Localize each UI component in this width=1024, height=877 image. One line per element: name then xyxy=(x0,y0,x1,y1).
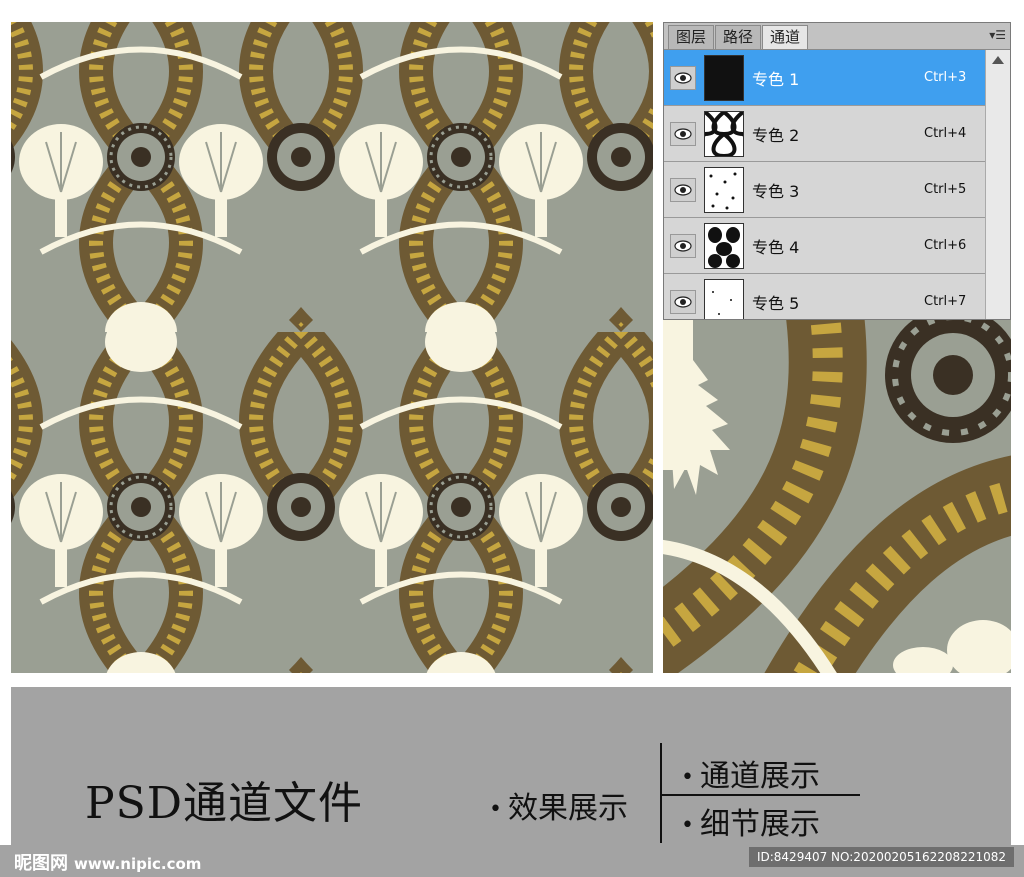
channel-thumbnail xyxy=(704,166,744,213)
watermark-site: www.nipic.com xyxy=(74,855,202,873)
channel-caption-text: 通道展示 xyxy=(699,759,820,794)
detail-zoom-image xyxy=(663,320,1011,673)
channel-name: 专色 3 xyxy=(752,181,800,201)
channel-row[interactable]: 专色 2 Ctrl+4 xyxy=(664,106,1010,162)
effect-caption: • 效果展示 xyxy=(489,783,628,827)
channel-name: 专色 1 xyxy=(752,69,800,89)
bullet-icon: • xyxy=(681,765,694,790)
channels-palette: 图层 路径 通道 ▾☰ 专色 1 Ctrl+3 专色 2 Ctrl+4 专色 3… xyxy=(663,22,1011,320)
channel-row[interactable]: 专色 3 Ctrl+5 xyxy=(664,162,1010,218)
detail-caption: • 细节展示 xyxy=(681,799,820,843)
palette-scrollbar[interactable] xyxy=(985,50,1010,319)
channel-thumbnail xyxy=(704,54,744,101)
eye-icon[interactable] xyxy=(670,289,696,314)
channel-row[interactable]: 专色 1 Ctrl+3 xyxy=(664,50,1010,106)
eye-icon[interactable] xyxy=(670,233,696,258)
watermark-name: 昵图网 xyxy=(14,853,68,874)
caption-banner: PSD通道文件 • 效果展示 • 通道展示 • 细节展示 xyxy=(11,687,1011,845)
tab-paths[interactable]: 路径 xyxy=(715,25,762,49)
tab-layers[interactable]: 图层 xyxy=(668,25,715,49)
channel-caption: • 通道展示 xyxy=(681,751,820,795)
channel-row[interactable]: 专色 4 Ctrl+6 xyxy=(664,218,1010,274)
damask-pattern-image xyxy=(11,22,653,673)
channel-shortcut: Ctrl+6 xyxy=(924,238,967,253)
channel-thumbnail xyxy=(704,222,744,269)
footer-strip: 昵图网 www.nipic.com ID:8429407 NO:202002051… xyxy=(0,845,1024,877)
image-id-label: ID:8429407 NO:20200205162208221082 xyxy=(748,847,1014,867)
watermark: 昵图网 www.nipic.com xyxy=(14,849,201,875)
banner-title: PSD通道文件 xyxy=(85,778,364,829)
effect-caption-text: 效果展示 xyxy=(507,791,628,826)
channel-name: 专色 5 xyxy=(752,293,800,313)
channel-thumbnail xyxy=(704,278,744,319)
eye-icon[interactable] xyxy=(670,177,696,202)
bullet-icon: • xyxy=(681,813,694,838)
detail-preview xyxy=(663,320,1011,673)
tab-channels[interactable]: 通道 xyxy=(762,25,809,49)
channel-list: 专色 1 Ctrl+3 专色 2 Ctrl+4 专色 3 Ctrl+5 专色 4… xyxy=(664,50,1010,319)
scroll-up-arrow-icon[interactable] xyxy=(992,56,1004,64)
bullet-icon: • xyxy=(489,797,502,822)
eye-icon[interactable] xyxy=(670,65,696,90)
channel-shortcut: Ctrl+7 xyxy=(924,294,967,309)
panel-menu-icon[interactable]: ▾☰ xyxy=(989,28,1006,42)
divider-vertical xyxy=(660,743,662,843)
eye-icon[interactable] xyxy=(670,121,696,146)
channel-name: 专色 4 xyxy=(752,237,800,257)
channel-shortcut: Ctrl+3 xyxy=(924,70,967,85)
channel-thumbnail xyxy=(704,110,744,157)
pattern-preview xyxy=(11,22,653,673)
channel-row[interactable]: 专色 5 Ctrl+7 xyxy=(664,274,1010,319)
detail-caption-text: 细节展示 xyxy=(699,807,820,842)
channel-shortcut: Ctrl+5 xyxy=(924,182,967,197)
palette-tabs: 图层 路径 通道 ▾☰ xyxy=(664,23,1010,50)
channel-name: 专色 2 xyxy=(752,125,800,145)
channel-shortcut: Ctrl+4 xyxy=(924,126,967,141)
